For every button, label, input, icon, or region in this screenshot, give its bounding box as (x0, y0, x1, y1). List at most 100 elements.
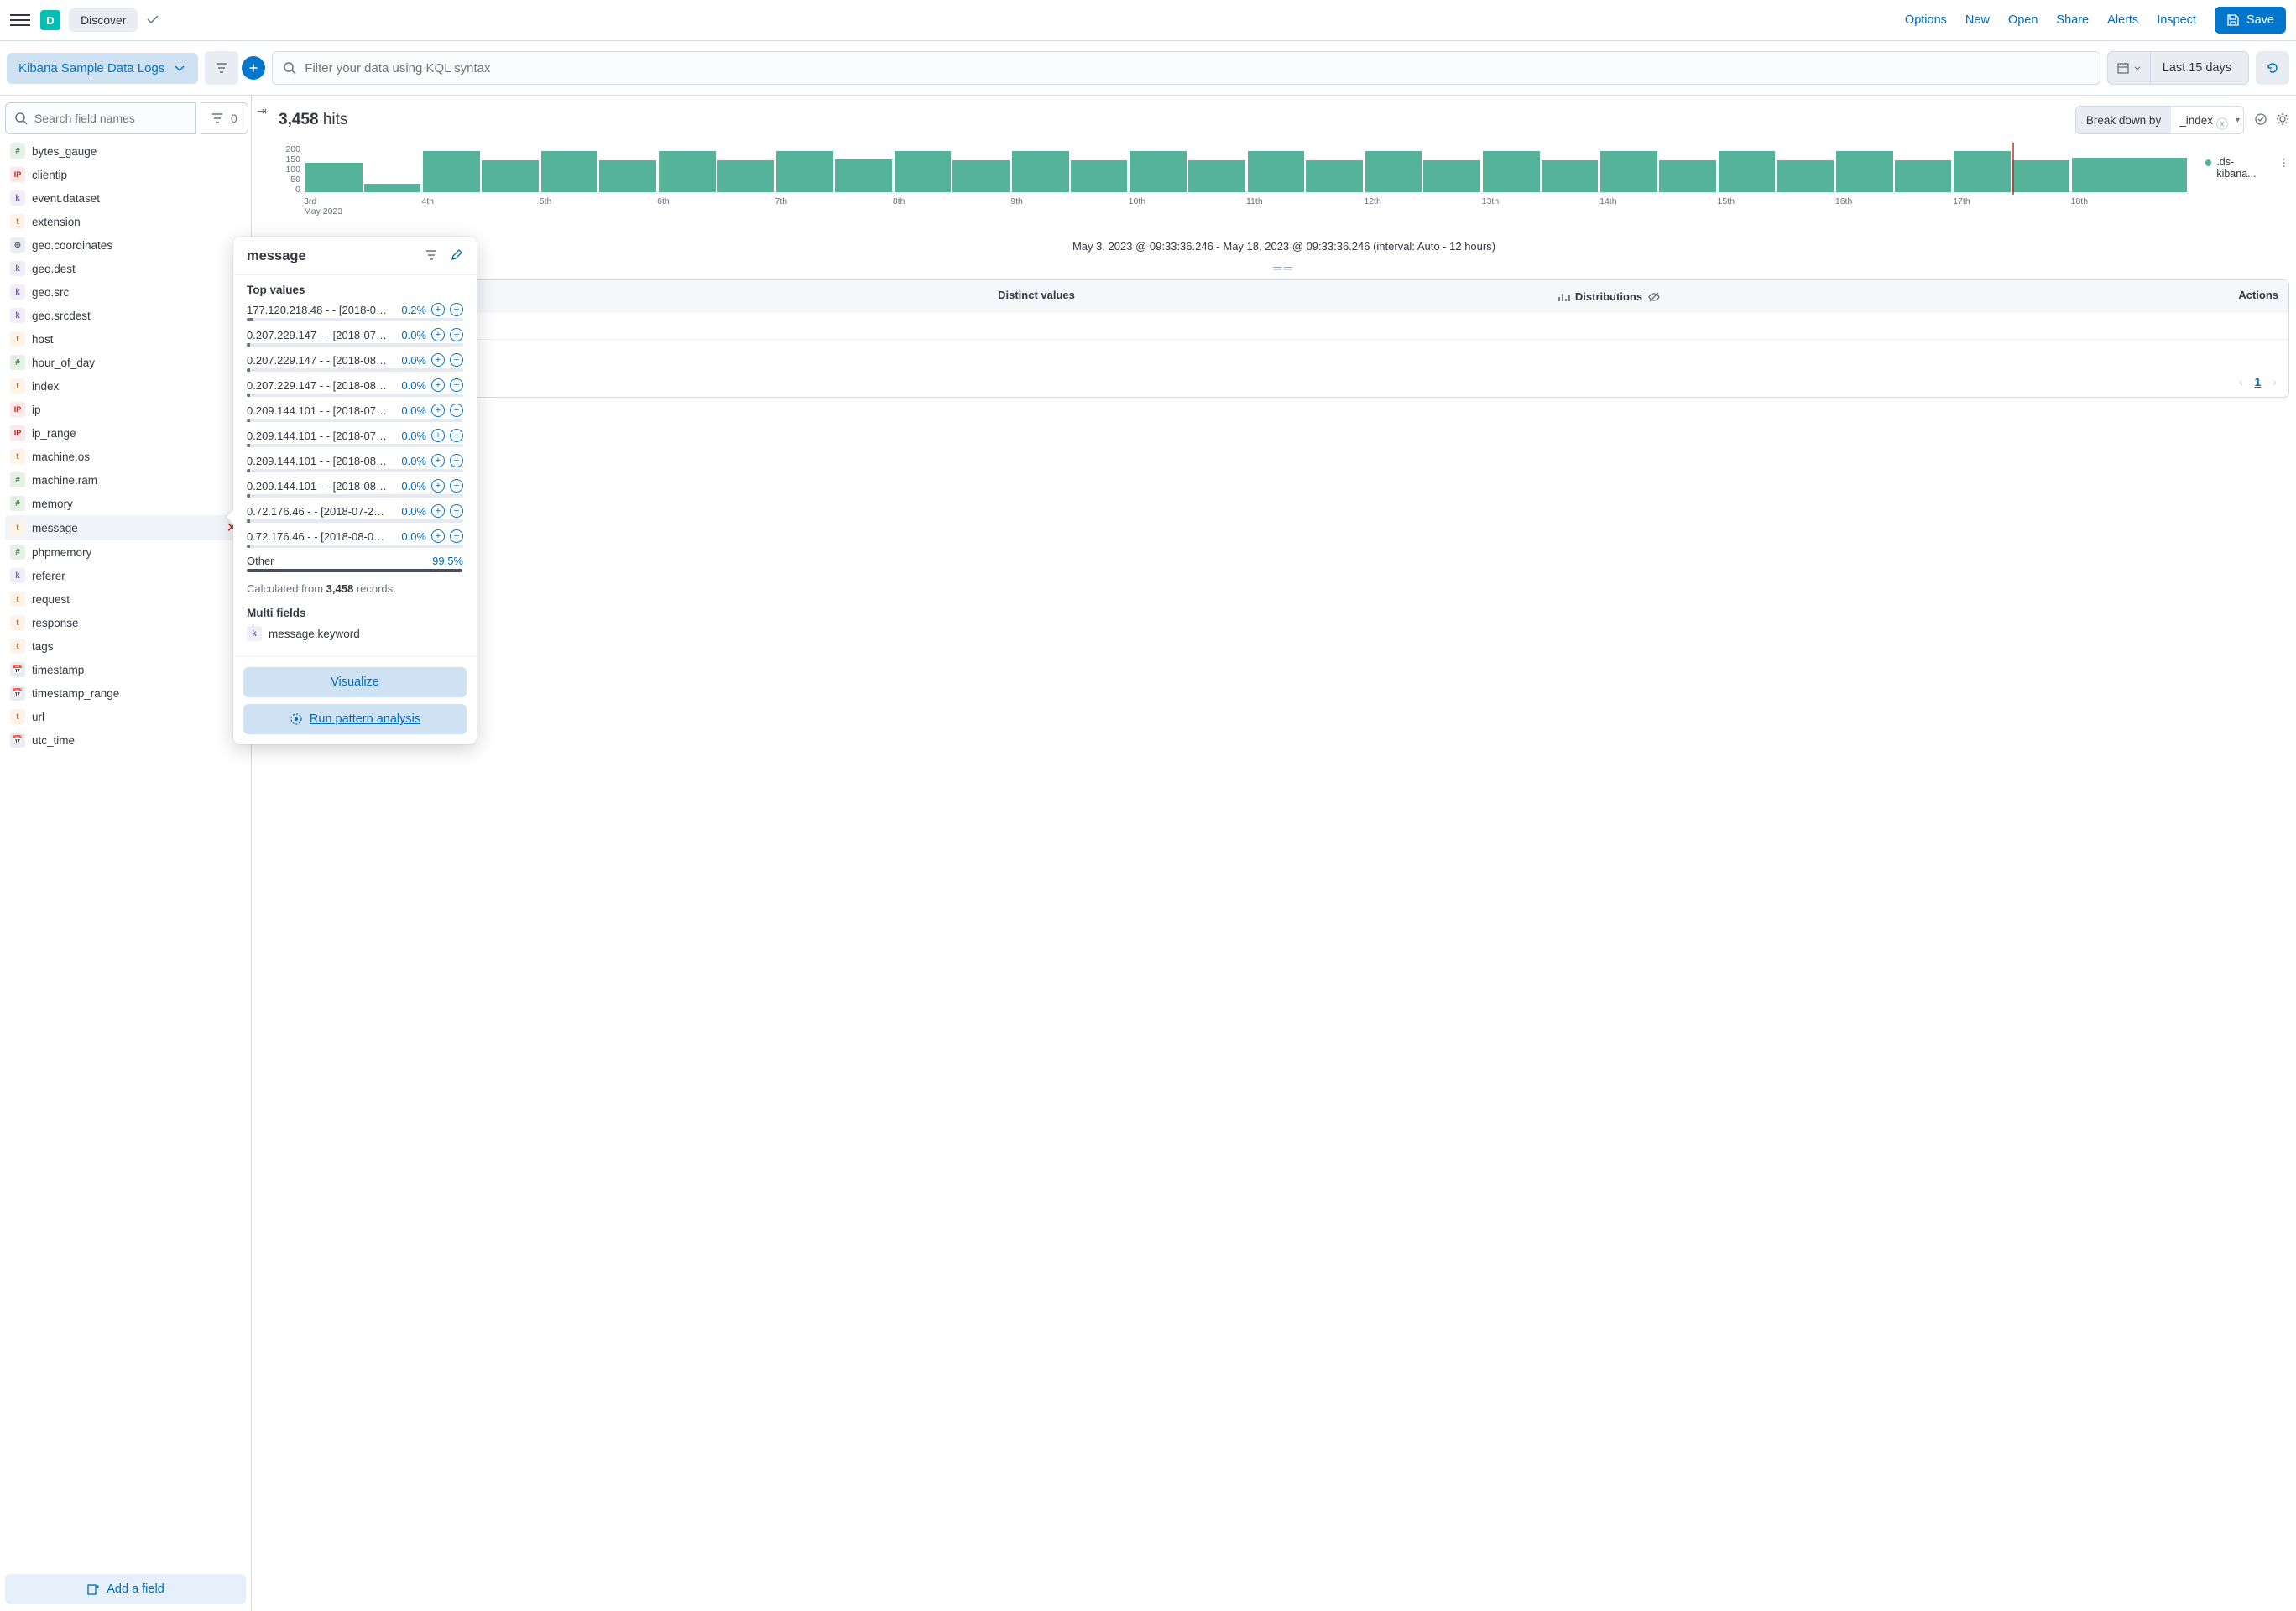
histogram-bar[interactable] (952, 160, 1010, 192)
histogram-bar[interactable] (1600, 151, 1657, 192)
filter-in-icon[interactable]: + (431, 303, 445, 316)
filter-out-icon[interactable]: − (450, 479, 463, 493)
field-item-host[interactable]: thost (5, 327, 246, 351)
filter-button[interactable] (205, 51, 238, 85)
field-list[interactable]: #bytes_gaugeIPclientipkevent.datasettext… (5, 139, 246, 1567)
header-link-inspect[interactable]: Inspect (2157, 13, 2196, 27)
histogram-bar[interactable] (1777, 160, 1834, 192)
page-number[interactable]: 1 (2255, 375, 2262, 388)
filter-in-icon[interactable]: + (431, 328, 445, 341)
histogram-bar[interactable] (599, 160, 656, 192)
header-link-options[interactable]: Options (1905, 13, 1947, 27)
field-search-input[interactable] (5, 102, 196, 134)
field-item-hour_of_day[interactable]: #hour_of_day (5, 351, 246, 374)
filter-out-icon[interactable]: − (450, 303, 463, 316)
histogram-bar[interactable] (1130, 151, 1187, 192)
histogram-bar[interactable] (1954, 151, 2011, 192)
field-item-index[interactable]: tindex (5, 374, 246, 398)
field-item-memory[interactable]: #memory (5, 492, 246, 515)
field-item-machine-os[interactable]: tmachine.os (5, 445, 246, 468)
field-filter-count[interactable]: 0 (201, 102, 248, 134)
field-item-bytes_gauge[interactable]: #bytes_gauge (5, 139, 246, 163)
header-link-alerts[interactable]: Alerts (2107, 13, 2138, 27)
histogram-bar[interactable] (1719, 151, 1776, 192)
filter-out-icon[interactable]: − (450, 404, 463, 417)
eye-off-icon[interactable] (1647, 290, 1661, 304)
breakdown-selector[interactable]: Break down by _indexⓧ▾ (2075, 106, 2244, 134)
histogram-bar[interactable] (1895, 160, 1952, 192)
save-button[interactable]: Save (2215, 7, 2286, 34)
header-link-share[interactable]: Share (2056, 13, 2089, 27)
menu-icon[interactable] (10, 10, 30, 30)
histogram-bar[interactable] (1306, 160, 1363, 192)
pattern-analysis-button[interactable]: Run pattern analysis (243, 704, 467, 734)
histogram-bar[interactable] (305, 163, 363, 192)
histogram-bar[interactable] (1659, 160, 1716, 192)
filter-in-icon[interactable]: + (431, 404, 445, 417)
field-item-timestamp[interactable]: 📅timestamp (5, 658, 246, 681)
visualize-button[interactable]: Visualize (243, 667, 467, 697)
filter-in-icon[interactable]: + (431, 479, 445, 493)
edit-icon[interactable] (450, 248, 463, 264)
field-item-request[interactable]: trequest (5, 587, 246, 611)
histogram-bar[interactable] (835, 159, 892, 192)
legend-more-icon[interactable]: ⋮ (2279, 156, 2290, 169)
histogram-bar[interactable] (423, 151, 480, 192)
filter-out-icon[interactable]: − (450, 378, 463, 392)
field-item-machine-ram[interactable]: #machine.ram (5, 468, 246, 492)
chevron-down-icon[interactable]: ▾ (2236, 116, 2240, 125)
histogram-bar[interactable] (776, 151, 833, 192)
col-distinct[interactable]: Distinct values (988, 280, 1547, 313)
col-distributions[interactable]: Distributions (1547, 280, 2213, 313)
space-avatar[interactable]: D (40, 10, 60, 30)
filter-out-icon[interactable]: − (450, 429, 463, 442)
field-item-referer[interactable]: kreferer (5, 564, 246, 587)
filter-in-icon[interactable]: + (431, 378, 445, 392)
field-item-geo-srcdest[interactable]: kgeo.srcdest (5, 304, 246, 327)
field-item-url[interactable]: turl (5, 705, 246, 728)
field-item-response[interactable]: tresponse (5, 611, 246, 634)
add-filter-button[interactable] (242, 56, 265, 80)
chart-options-icon[interactable] (2276, 112, 2289, 128)
field-item-message[interactable]: tmessage✕ (5, 515, 246, 540)
add-field-button[interactable]: Add a field (5, 1574, 246, 1604)
filter-out-icon[interactable]: − (450, 529, 463, 543)
histogram-bar[interactable] (895, 151, 952, 192)
header-link-new[interactable]: New (1965, 13, 1990, 27)
histogram-bar[interactable] (1483, 151, 1540, 192)
edit-visualization-icon[interactable] (2254, 112, 2267, 128)
field-item-clientip[interactable]: IPclientip (5, 163, 246, 186)
histogram-bar[interactable] (1248, 151, 1305, 192)
histogram-bar[interactable] (1188, 160, 1245, 192)
filter-out-icon[interactable]: − (450, 454, 463, 467)
histogram-bar[interactable] (482, 160, 539, 192)
resize-handle[interactable]: ══ (279, 261, 2289, 274)
field-item-timestamp_range[interactable]: 📅timestamp_range (5, 681, 246, 705)
filter-out-icon[interactable]: − (450, 504, 463, 518)
filter-out-icon[interactable]: − (450, 353, 463, 367)
histogram-bar[interactable] (2012, 160, 2069, 192)
field-item-phpmemory[interactable]: #phpmemory (5, 540, 246, 564)
histogram-bar[interactable] (1423, 160, 1480, 192)
filter-in-icon[interactable]: + (431, 454, 445, 467)
timerange-picker[interactable]: Last 15 days (2107, 51, 2249, 85)
field-item-ip[interactable]: IPip (5, 398, 246, 421)
histogram-bar[interactable] (1365, 151, 1422, 192)
filter-in-icon[interactable]: + (431, 429, 445, 442)
field-item-utc_time[interactable]: 📅utc_time (5, 728, 246, 752)
kql-input[interactable] (305, 61, 2089, 76)
app-switcher-button[interactable]: Discover (69, 8, 138, 32)
filter-in-icon[interactable]: + (431, 529, 445, 543)
filter-in-icon[interactable]: + (431, 504, 445, 518)
dataview-selector[interactable]: Kibana Sample Data Logs (7, 53, 198, 84)
histogram-bar[interactable] (541, 151, 598, 192)
histogram-bar[interactable] (1836, 151, 1893, 192)
histogram-bar[interactable] (1071, 160, 1128, 192)
histogram-bar[interactable] (364, 184, 421, 192)
header-link-open[interactable]: Open (2008, 13, 2038, 27)
field-item-tags[interactable]: ttags (5, 634, 246, 658)
filter-in-icon[interactable]: + (431, 353, 445, 367)
histogram-bar[interactable] (2072, 158, 2187, 192)
histogram-bar[interactable] (659, 151, 716, 192)
refresh-button[interactable] (2256, 51, 2289, 85)
